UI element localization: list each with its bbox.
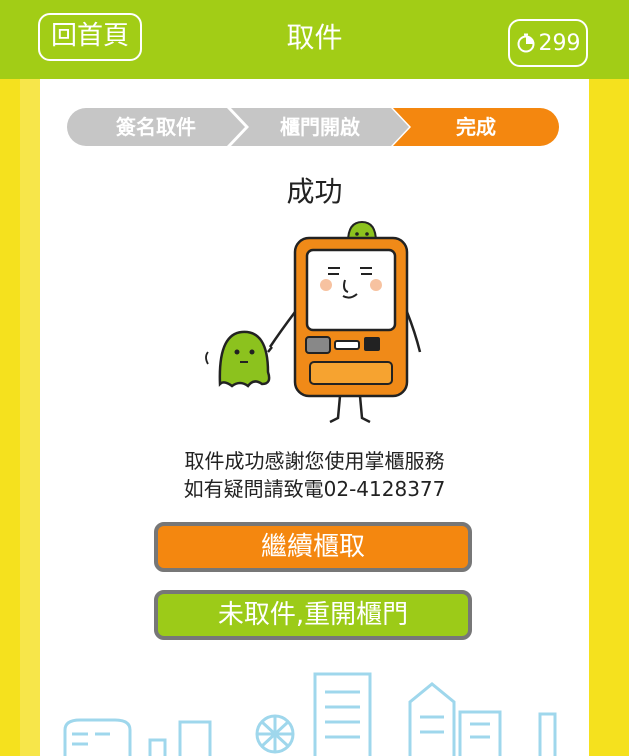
header-bar: 回首頁 取件 299 xyxy=(0,0,629,79)
countdown-timer: 299 xyxy=(508,19,588,67)
step-complete: 完成 xyxy=(393,108,559,146)
step-sign: 簽名取件 xyxy=(67,108,245,146)
success-title: 成功 xyxy=(286,175,343,208)
progress-steps: 簽名取件 櫃門開啟 完成 xyxy=(67,108,559,146)
success-message: 取件成功感謝您使用掌櫃服務 xyxy=(184,449,445,473)
step-door-open: 櫃門開啟 xyxy=(231,108,409,146)
timer-icon xyxy=(517,33,534,53)
continue-pickup-button[interactable]: 繼續櫃取 xyxy=(154,522,472,572)
timer-value: 299 xyxy=(538,30,581,56)
city-skyline-decoration xyxy=(63,672,557,756)
locker-mascot-illustration xyxy=(205,220,422,424)
contact-message: 如有疑問請致電02-4128377 xyxy=(183,477,446,501)
reopen-door-button[interactable]: 未取件,重開櫃門 xyxy=(154,590,472,640)
